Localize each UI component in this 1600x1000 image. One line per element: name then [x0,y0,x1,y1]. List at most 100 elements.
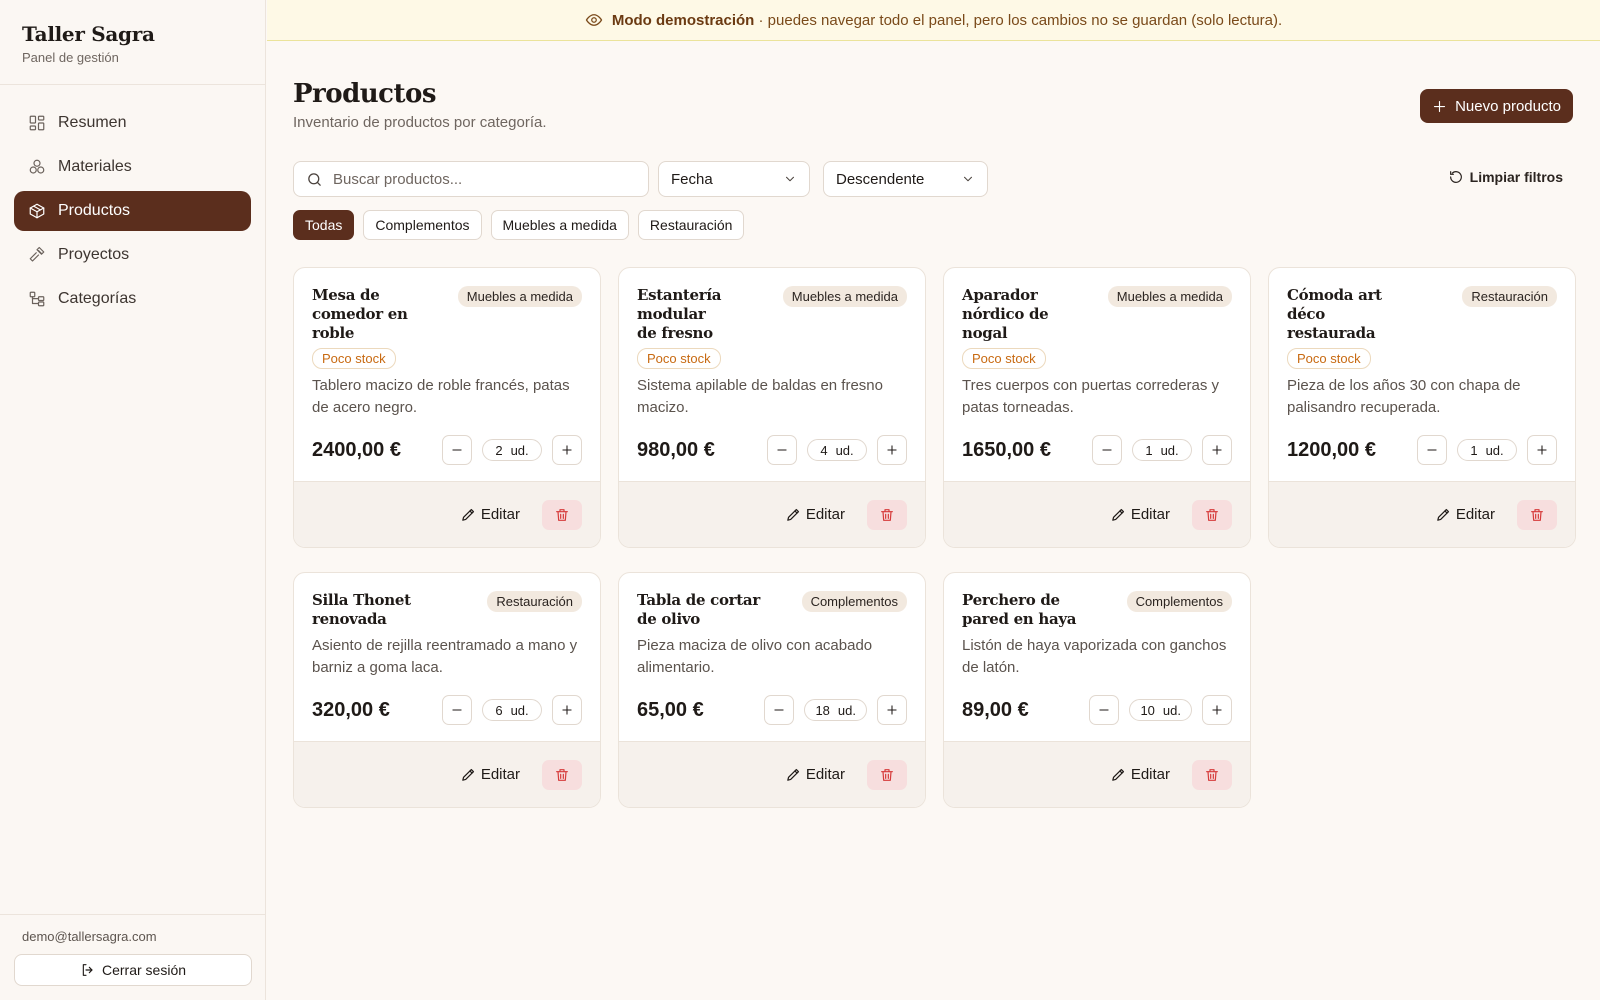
product-card-header: Estantería modular de fresno Poco stock … [637,286,907,369]
delete-button[interactable] [1192,499,1232,530]
trash-icon [881,768,893,781]
sort-field-select[interactable]: Fecha [658,161,810,197]
sidebar-item-categorias[interactable]: Categorías [14,279,251,319]
category-badge: Muebles a medida [782,286,907,307]
quantity-number: 2 [495,442,503,458]
decrease-button[interactable] [1417,435,1447,465]
product-card-header: Silla Thonet renovada Restauración [312,591,582,629]
product-name: Cómoda art déco restaurada [1287,286,1382,342]
sidebar-item-resumen[interactable]: Resumen [14,103,251,143]
decrease-button[interactable] [442,435,472,465]
trash-icon [1206,508,1218,521]
decrease-button[interactable] [1092,435,1122,465]
search-box[interactable] [293,161,649,197]
chip-complementos[interactable]: Complementos [363,210,482,240]
decrease-button[interactable] [442,695,472,725]
increase-button[interactable] [877,435,907,465]
price-row: 980,00 € 4 ud. [637,419,907,481]
chevron-down-icon [785,176,795,182]
delete-button[interactable] [542,499,582,530]
product-price: 2400,00 € [312,438,401,461]
search-input[interactable] [333,170,633,188]
minus-icon [1427,449,1437,451]
delete-button[interactable] [867,499,907,530]
delete-button[interactable] [1517,499,1557,530]
edit-button[interactable]: Editar [785,766,845,783]
quantity-number: 18 [815,702,830,718]
new-product-button[interactable]: Nuevo producto [1420,89,1573,123]
increase-button[interactable] [1202,695,1232,725]
sidebar-item-label: Categorías [58,290,137,307]
sort-order-select[interactable]: Descendente [823,161,988,197]
decrease-button[interactable] [1089,695,1120,725]
sidebar-item-proyectos[interactable]: Proyectos [14,235,251,275]
quantity-value: 4 ud. [807,439,867,461]
product-name: Mesa de comedor en roble [312,286,408,342]
edit-label: Editar [805,766,845,783]
clear-filters-button[interactable]: Limpiar filtros [1448,169,1563,185]
quantity-value: 1 ud. [1457,439,1517,461]
chip-todas[interactable]: Todas [293,210,355,240]
delete-button[interactable] [1192,759,1232,790]
plus-icon [887,705,897,715]
product-price: 89,00 € [962,698,1029,721]
product-price: 65,00 € [637,698,704,721]
category-badge: Restauración [1462,286,1557,307]
product-card-2: Estantería modular de fresno Poco stock … [618,267,926,548]
product-card-3: Aparador nórdico de nogal Poco stock Mue… [943,267,1251,548]
delete-button[interactable] [542,759,582,790]
dashboard-icon [29,115,45,131]
product-card-header: Perchero de pared en haya Complementos [962,591,1232,629]
product-price: 1650,00 € [962,438,1051,461]
minus-icon [1099,709,1110,711]
decrease-button[interactable] [767,435,797,465]
minus-icon [777,449,787,451]
logout-label: Cerrar sesión [101,962,187,978]
product-description: Tablero macizo de roble francés, patas d… [312,377,570,416]
chevron-down-icon [963,176,973,182]
increase-button[interactable] [1527,435,1557,465]
logout-button[interactable]: Cerrar sesión [14,954,252,986]
edit-button[interactable]: Editar [1110,766,1170,783]
demo-banner-text: · puedes navegar todo el panel, pero los… [754,11,1283,29]
increase-button[interactable] [877,695,907,725]
product-price: 320,00 € [312,698,390,721]
edit-label: Editar [480,766,520,783]
sidebar-item-label: Proyectos [58,246,130,263]
edit-button[interactable]: Editar [460,766,520,783]
sort-order-value: Descendente [836,170,925,188]
materials-icon [29,159,45,174]
minus-icon [774,709,785,711]
category-badge: Restauración [487,591,582,612]
product-name: Silla Thonet renovada [312,591,411,628]
plus-icon [1434,100,1446,112]
trash-icon [881,508,893,521]
edit-label: Editar [480,506,520,523]
plus-icon [562,705,572,715]
decrease-button[interactable] [764,695,795,725]
quantity-number: 6 [495,702,503,718]
edit-button[interactable]: Editar [1435,506,1495,523]
chip-muebles-a-medida[interactable]: Muebles a medida [490,210,629,240]
increase-button[interactable] [552,695,582,725]
delete-button[interactable] [867,759,907,790]
edit-button[interactable]: Editar [785,506,845,523]
quantity-stepper: 10 ud. [1089,695,1232,725]
sidebar-item-materiales[interactable]: Materiales [14,147,251,187]
quantity-number: 10 [1140,702,1155,718]
product-card-footer: Editar [294,481,600,547]
product-card-footer: Editar [294,741,600,807]
increase-button[interactable] [1202,435,1232,465]
edit-button[interactable]: Editar [460,506,520,523]
increase-button[interactable] [552,435,582,465]
sidebar-item-label: Materiales [58,158,132,175]
clear-filters-label: Limpiar filtros [1469,169,1563,185]
minus-icon [1102,449,1112,451]
chip-restauracion[interactable]: Restauración [637,210,745,240]
sidebar-item-productos[interactable]: Productos [14,191,251,231]
page-header: Productos Inventario de productos por ca… [293,41,1573,141]
sidebar-nav: Resumen Materiales Productos Proyectos C… [0,85,265,319]
edit-button[interactable]: Editar [1110,506,1170,523]
minus-icon [452,709,462,711]
low-stock-badge: Poco stock [1287,348,1371,369]
